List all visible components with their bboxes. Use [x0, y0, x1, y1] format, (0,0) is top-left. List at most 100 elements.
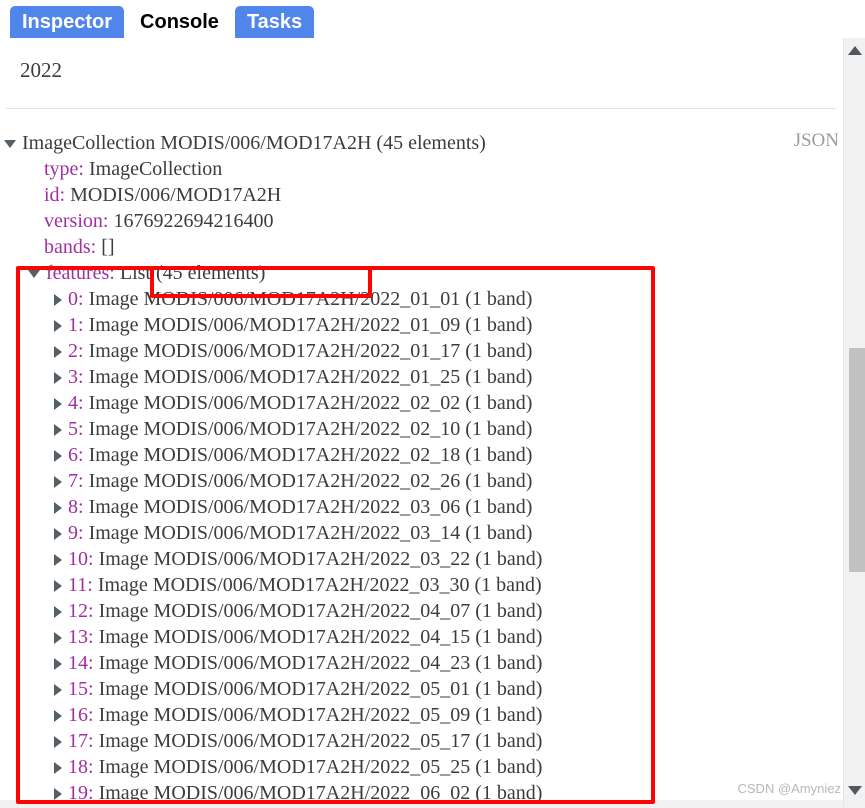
expand-triangle-icon[interactable] [54, 632, 62, 645]
expand-triangle-icon[interactable] [54, 684, 62, 697]
scrollbar-thumb[interactable] [849, 348, 865, 572]
feature-item[interactable]: 9: Image MODIS/006/MOD17A2H/2022_03_14 (… [0, 520, 838, 546]
expand-triangle-icon[interactable] [54, 502, 62, 515]
tab-inspector[interactable]: Inspector [10, 6, 125, 38]
feature-label: Image MODIS/006/MOD17A2H/2022_01_25 (1 b… [88, 366, 533, 388]
feature-item[interactable]: 14: Image MODIS/006/MOD17A2H/2022_04_23 … [0, 650, 838, 676]
feature-label: Image MODIS/006/MOD17A2H/2022_05_09 (1 b… [98, 704, 543, 726]
property-value: MODIS/006/MOD17A2H [70, 184, 282, 206]
tab-tasks-label: Tasks [246, 11, 303, 33]
expand-triangle-icon[interactable] [54, 424, 62, 437]
expand-triangle-icon[interactable] [54, 320, 62, 333]
feature-label: Image MODIS/006/MOD17A2H/2022_04_23 (1 b… [98, 652, 543, 674]
feature-label: Image MODIS/006/MOD17A2H/2022_05_25 (1 b… [98, 756, 543, 778]
feature-item[interactable]: 1: Image MODIS/006/MOD17A2H/2022_01_09 (… [0, 312, 838, 338]
expand-triangle-icon[interactable] [54, 372, 62, 385]
feature-index: 15: [68, 678, 94, 700]
feature-index: 9: [68, 522, 84, 544]
property-key: bands: [44, 236, 97, 258]
feature-index: 5: [68, 418, 84, 440]
expand-triangle-icon[interactable] [54, 658, 62, 671]
feature-index: 16: [68, 704, 94, 726]
feature-label: Image MODIS/006/MOD17A2H/2022_03_14 (1 b… [88, 522, 533, 544]
watermark: CSDN @Amyniez [737, 781, 842, 796]
feature-label: Image MODIS/006/MOD17A2H/2022_01_01 (1 b… [88, 288, 533, 310]
property-row-type: type: ImageCollection [0, 156, 838, 182]
feature-item[interactable]: 12: Image MODIS/006/MOD17A2H/2022_04_07 … [0, 598, 838, 624]
feature-item[interactable]: 6: Image MODIS/006/MOD17A2H/2022_02_18 (… [0, 442, 838, 468]
feature-item[interactable]: 18: Image MODIS/006/MOD17A2H/2022_05_25 … [0, 754, 838, 780]
expand-triangle-icon[interactable] [54, 476, 62, 489]
property-value: ImageCollection [89, 158, 223, 180]
feature-label: Image MODIS/006/MOD17A2H/2022_01_17 (1 b… [88, 340, 533, 362]
feature-item[interactable]: 0: Image MODIS/006/MOD17A2H/2022_01_01 (… [0, 286, 838, 312]
features-key: features: [46, 262, 115, 284]
tab-console[interactable]: Console [128, 6, 231, 38]
expand-triangle-icon[interactable] [54, 294, 62, 307]
image-collection-tree: ImageCollection MODIS/006/MOD17A2H (45 e… [0, 130, 838, 806]
console-output-year: 2022 [20, 58, 62, 82]
feature-item[interactable]: 11: Image MODIS/006/MOD17A2H/2022_03_30 … [0, 572, 838, 598]
collection-header-label: ImageCollection MODIS/006/MOD17A2H (45 e… [22, 132, 486, 154]
feature-index: 2: [68, 340, 84, 362]
feature-item[interactable]: 7: Image MODIS/006/MOD17A2H/2022_02_26 (… [0, 468, 838, 494]
feature-item[interactable]: 13: Image MODIS/006/MOD17A2H/2022_04_15 … [0, 624, 838, 650]
tab-bar: Inspector Console Tasks [0, 0, 865, 38]
property-key: version: [44, 210, 109, 232]
feature-item[interactable]: 8: Image MODIS/006/MOD17A2H/2022_03_06 (… [0, 494, 838, 520]
feature-index: 4: [68, 392, 84, 414]
feature-label: Image MODIS/006/MOD17A2H/2022_03_06 (1 b… [88, 496, 533, 518]
collection-header-row[interactable]: ImageCollection MODIS/006/MOD17A2H (45 e… [0, 130, 838, 156]
feature-item[interactable]: 17: Image MODIS/006/MOD17A2H/2022_05_17 … [0, 728, 838, 754]
feature-item[interactable]: 2: Image MODIS/006/MOD17A2H/2022_01_17 (… [0, 338, 838, 364]
console-scrollbar[interactable] [843, 38, 865, 808]
feature-index: 1: [68, 314, 84, 336]
property-row-id: id: MODIS/006/MOD17A2H [0, 182, 838, 208]
property-row-bands: bands: [] [0, 234, 838, 260]
expand-triangle-icon[interactable] [54, 346, 62, 359]
feature-index: 10: [68, 548, 94, 570]
features-row[interactable]: features: List (45 elements) [0, 260, 838, 286]
feature-index: 18: [68, 756, 94, 778]
tab-console-label: Console [140, 11, 219, 33]
tab-tasks[interactable]: Tasks [234, 6, 315, 38]
collapse-triangle-icon[interactable] [28, 270, 40, 279]
feature-item[interactable]: 3: Image MODIS/006/MOD17A2H/2022_01_25 (… [0, 364, 838, 390]
property-value: 1676922694216400 [113, 210, 274, 232]
expand-triangle-icon[interactable] [54, 710, 62, 723]
expand-triangle-icon[interactable] [54, 762, 62, 775]
scroll-up-arrow-icon[interactable] [847, 46, 862, 55]
scroll-down-arrow-icon[interactable] [847, 786, 862, 795]
expand-triangle-icon[interactable] [54, 736, 62, 749]
feature-index: 8: [68, 496, 84, 518]
feature-item[interactable]: 16: Image MODIS/006/MOD17A2H/2022_05_09 … [0, 702, 838, 728]
output-divider [6, 108, 836, 109]
feature-label: Image MODIS/006/MOD17A2H/2022_05_01 (1 b… [98, 678, 543, 700]
feature-label: Image MODIS/006/MOD17A2H/2022_02_10 (1 b… [88, 418, 533, 440]
feature-item[interactable]: 10: Image MODIS/006/MOD17A2H/2022_03_22 … [0, 546, 838, 572]
property-row-version: version: 1676922694216400 [0, 208, 838, 234]
tab-inspector-label: Inspector [22, 11, 113, 33]
expand-triangle-icon[interactable] [54, 788, 62, 801]
property-key: id: [44, 184, 66, 206]
feature-label: Image MODIS/006/MOD17A2H/2022_02_02 (1 b… [88, 392, 533, 414]
feature-item[interactable]: 5: Image MODIS/006/MOD17A2H/2022_02_10 (… [0, 416, 838, 442]
feature-index: 14: [68, 652, 94, 674]
feature-index: 3: [68, 366, 84, 388]
feature-label: Image MODIS/006/MOD17A2H/2022_03_22 (1 b… [98, 548, 543, 570]
expand-triangle-icon[interactable] [54, 528, 62, 541]
expand-triangle-icon[interactable] [54, 580, 62, 593]
feature-index: 7: [68, 470, 84, 492]
feature-label: Image MODIS/006/MOD17A2H/2022_04_15 (1 b… [98, 626, 543, 648]
collapse-triangle-icon[interactable] [4, 140, 16, 149]
expand-triangle-icon[interactable] [54, 554, 62, 567]
feature-index: 12: [68, 600, 94, 622]
expand-triangle-icon[interactable] [54, 450, 62, 463]
expand-triangle-icon[interactable] [54, 606, 62, 619]
feature-label: Image MODIS/006/MOD17A2H/2022_03_30 (1 b… [97, 574, 542, 596]
feature-label: Image MODIS/006/MOD17A2H/2022_05_17 (1 b… [98, 730, 543, 752]
features-value: List (45 elements) [119, 262, 266, 284]
feature-item[interactable]: 4: Image MODIS/006/MOD17A2H/2022_02_02 (… [0, 390, 838, 416]
feature-item[interactable]: 15: Image MODIS/006/MOD17A2H/2022_05_01 … [0, 676, 838, 702]
expand-triangle-icon[interactable] [54, 398, 62, 411]
